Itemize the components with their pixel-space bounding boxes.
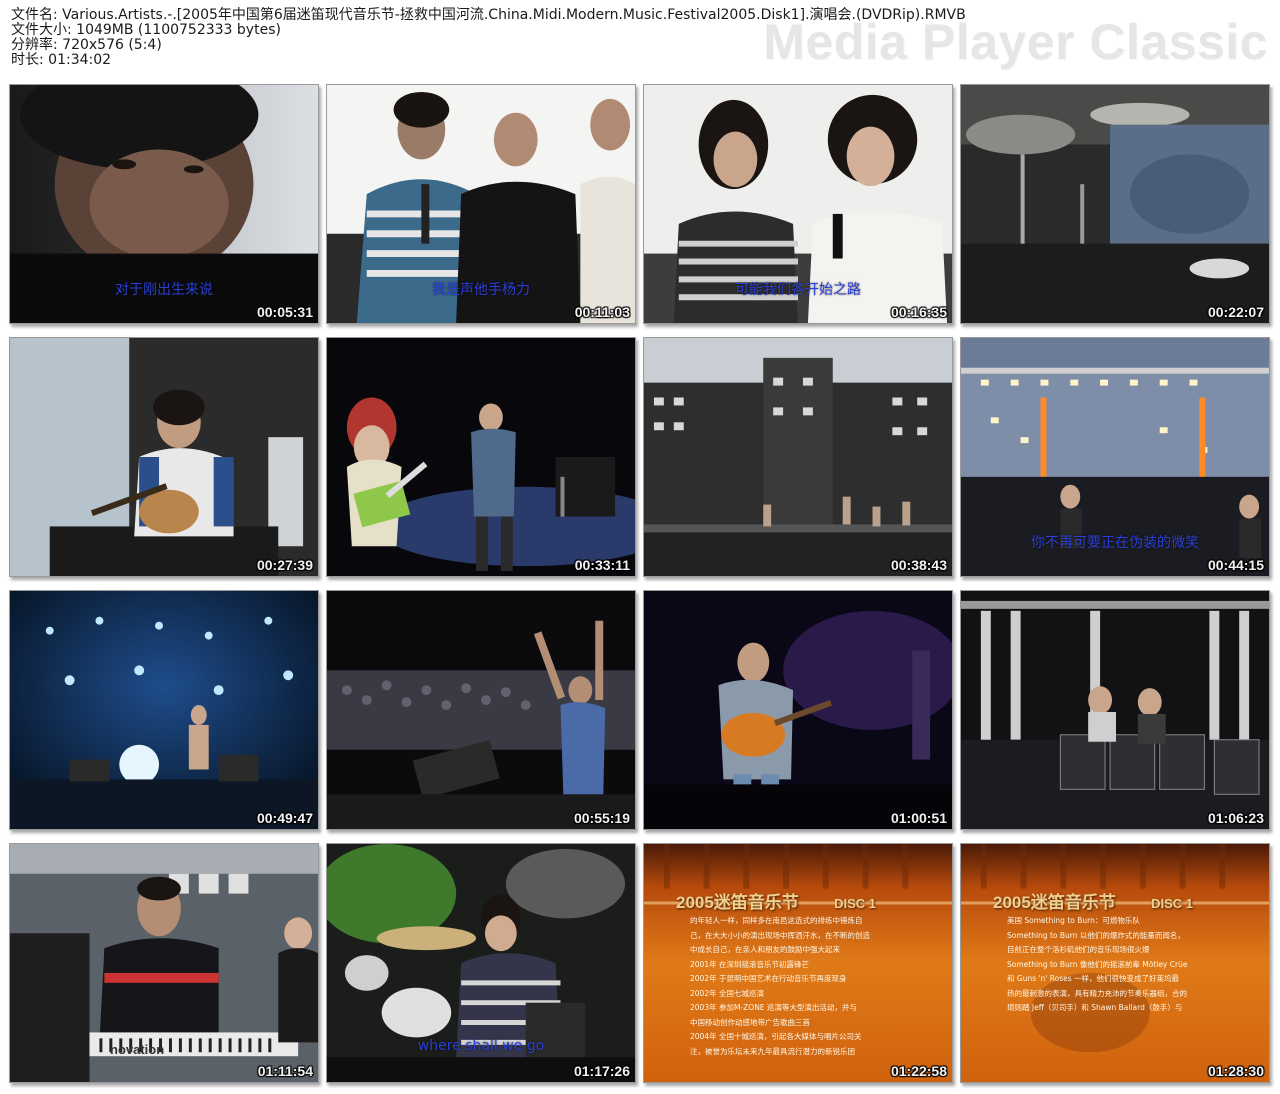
card-line: 注，被誉为乐坛未来九年最具流行潜力的新锐乐团	[690, 1046, 855, 1056]
card-line: 2002年 于昆明中国艺术在行动音乐节再度现身	[690, 974, 847, 983]
thumbnail-1: 对于刚出生来说 00:05:31	[9, 84, 319, 324]
thumbnail-15: 2005迷笛音乐节 DISC 1 的年轻人一样，同样多在南邑这选式的排练中锤炼自…	[643, 843, 953, 1083]
timecode: 00:22:07	[1207, 304, 1264, 320]
media-player-classic-watermark: Media Player Classic	[763, 14, 1268, 70]
card-line: Something to Burn 以他们的爆炸式的能量而闻名，	[1007, 930, 1185, 940]
thumbnail-11: 01:00:51	[643, 590, 953, 830]
drummer-closeup-image	[961, 85, 1269, 323]
stage-wide-day-image	[644, 338, 952, 576]
subtitle-text: 你不再可要正在伪装的微笑	[1031, 535, 1199, 551]
timecode: 00:55:19	[573, 810, 630, 826]
card-line: 2004年 全国十城巡演，引起各大媒体与唱片公司关	[690, 1032, 862, 1041]
timecode: 00:44:15	[1207, 557, 1264, 573]
card-line: 琐则踏 Jeff（贝司手）和 Shawn Ballard（鼓手）与	[1007, 1003, 1183, 1012]
timecode: 00:33:11	[574, 557, 630, 573]
card-title: 2005迷笛音乐节	[993, 893, 1116, 912]
timecode: 01:11:54	[257, 1063, 313, 1079]
card-title: 2005迷笛音乐节	[676, 893, 799, 912]
thumbnail-5: 00:27:39	[9, 337, 319, 577]
card-text: 的年轻人一样，同样多在南邑这选式的排练中锤炼自 己，在大大小小的演出现场中挥洒汗…	[690, 914, 934, 1059]
thumbnail-13: novation 01:11:54	[9, 843, 319, 1083]
timecode: 00:16:35	[890, 304, 947, 320]
thumbnail-4: 00:22:07	[960, 84, 1270, 324]
subtitle-text: where shall we go	[417, 1038, 545, 1054]
subtitle-text: 我是声他手杨力	[432, 282, 530, 298]
thumbnail-16: 2005迷笛音乐节 DISC 1 美国 Something to Burn：可燃…	[960, 843, 1270, 1083]
thumbnail-7: 00:38:43	[643, 337, 953, 577]
card-line: 2003年 参加M-ZONE 巡演等大型演出活动，并与	[690, 1003, 857, 1012]
stage-blue-lights-image	[10, 591, 318, 829]
subtitle-text: 可能我们各开始之路	[735, 282, 861, 298]
subtitle-text: 对于刚出生来说	[115, 282, 213, 298]
thumbnail-9: 00:49:47	[9, 590, 319, 830]
thumbnail-grid: 对于刚出生来说 00:05:31 我是声他手杨力 00:11:03 可能我们各开…	[8, 84, 1280, 1084]
singer-guitar-image	[10, 338, 318, 576]
stage-night-band-image	[961, 591, 1269, 829]
guitarist-dark-image	[644, 591, 952, 829]
card-line: 的年轻人一样，同样多在南邑这选式的排练中锤炼自	[690, 916, 863, 925]
timecode: 01:17:26	[573, 1063, 630, 1079]
card-line: 2001年 在深圳摇滚音乐节初露锋芒	[690, 959, 809, 969]
timecode: 01:06:23	[1207, 810, 1264, 826]
card-line: 中成长自己，在亲人和朋友的鼓励中强大起来	[690, 945, 840, 954]
timecode: 00:38:43	[890, 557, 947, 573]
card-line: 目前正在整个洛杉矶他们的音乐现场很火爆	[1007, 945, 1150, 954]
crowd-arms-image	[327, 591, 635, 829]
thumbnail-14: where shall we go 01:17:26	[326, 843, 636, 1083]
thumbnail-10: 00:55:19	[326, 590, 636, 830]
card-line: 美国 Something to Burn：可燃物乐队	[1007, 916, 1140, 925]
timecode: 01:22:58	[890, 1063, 947, 1079]
card-line: 2002年 全国七城巡演	[690, 988, 764, 998]
card-line: 和 Guns 'n' Roses 一样，他们很快变成了好莱坞最	[1007, 974, 1180, 983]
card-badge: DISC 1	[834, 896, 876, 911]
timecode: 01:28:30	[1207, 1063, 1264, 1079]
card-line: 热的最刺激的表演，具有精力充沛的节奏乐器组，合的	[1007, 988, 1187, 998]
thumbnail-3: 可能我们各开始之路 00:16:35	[643, 84, 953, 324]
thumbnail-2: 我是声他手杨力 00:11:03	[326, 84, 636, 324]
thumbnail-sheet: 文件名: Various.Artists.-.[2005年中国第6届迷笛现代音乐…	[0, 0, 1280, 1094]
thumbnail-12: 01:06:23	[960, 590, 1270, 830]
thumbnail-6: 00:33:11	[326, 337, 636, 577]
timecode: 00:05:31	[256, 304, 313, 320]
keyboard-brand-label: novation	[110, 1042, 165, 1057]
card-text: 美国 Something to Burn：可燃物乐队 Something to …	[1007, 914, 1251, 1016]
card-line: Something to Burn 像他们的摇滚前辈 Mötley Crüe	[1007, 959, 1188, 969]
timecode: 00:49:47	[256, 810, 313, 826]
card-line: 己，在大大小小的演出现场中挥洒汗水，在不断的创造	[690, 930, 870, 940]
timecode: 00:11:03	[574, 304, 630, 320]
guitarist-stage-image	[327, 338, 635, 576]
timecode: 00:27:39	[256, 557, 313, 573]
card-badge: DISC 1	[1151, 896, 1193, 911]
card-line: 中国移动创作动感地带广告歌曲三首	[690, 1017, 810, 1027]
timecode: 01:00:51	[890, 810, 947, 826]
thumbnail-8: 你不再可要正在伪装的微笑 00:44:15	[960, 337, 1270, 577]
